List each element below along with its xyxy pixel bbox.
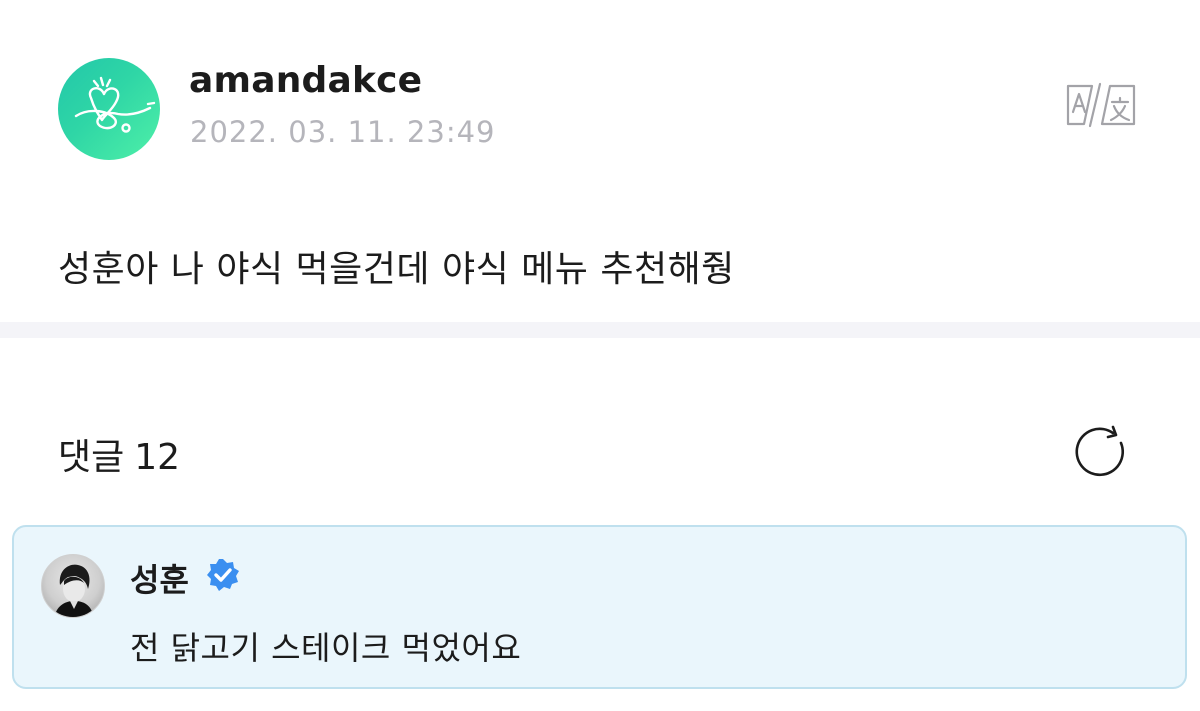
- post-page: amandakce 2022. 03. 11. 23:49 성훈아 나 야식 먹…: [0, 0, 1200, 711]
- comment-item[interactable]: 성훈 전 닭고기 스테이크 먹었어요: [12, 525, 1187, 689]
- section-divider: [0, 322, 1200, 338]
- post-body-text: 성훈아 나 야식 먹을건데 야식 메뉴 추천해줭: [58, 249, 735, 290]
- post-header: amandakce 2022. 03. 11. 23:49: [0, 0, 1200, 200]
- author-avatar[interactable]: [58, 58, 160, 160]
- comments-count: 12: [134, 437, 181, 478]
- person-avatar-icon: [54, 564, 94, 617]
- refresh-button[interactable]: [1072, 423, 1130, 481]
- translate-button[interactable]: [1062, 82, 1140, 128]
- comment-text: 전 닭고기 스테이크 먹었어요: [130, 629, 522, 667]
- author-name[interactable]: amandakce: [189, 60, 422, 101]
- refresh-icon: [1075, 425, 1125, 477]
- post-timestamp: 2022. 03. 11. 23:49: [190, 115, 496, 149]
- comment-author-avatar[interactable]: [41, 554, 105, 618]
- doodle-heart-icon: [74, 76, 156, 133]
- comment-author-name[interactable]: 성훈: [130, 555, 189, 601]
- comments-label: 댓글: [58, 437, 125, 478]
- verified-badge-icon: [205, 557, 241, 593]
- comments-header: 댓글 12: [58, 428, 180, 480]
- translate-icon: [1066, 82, 1136, 128]
